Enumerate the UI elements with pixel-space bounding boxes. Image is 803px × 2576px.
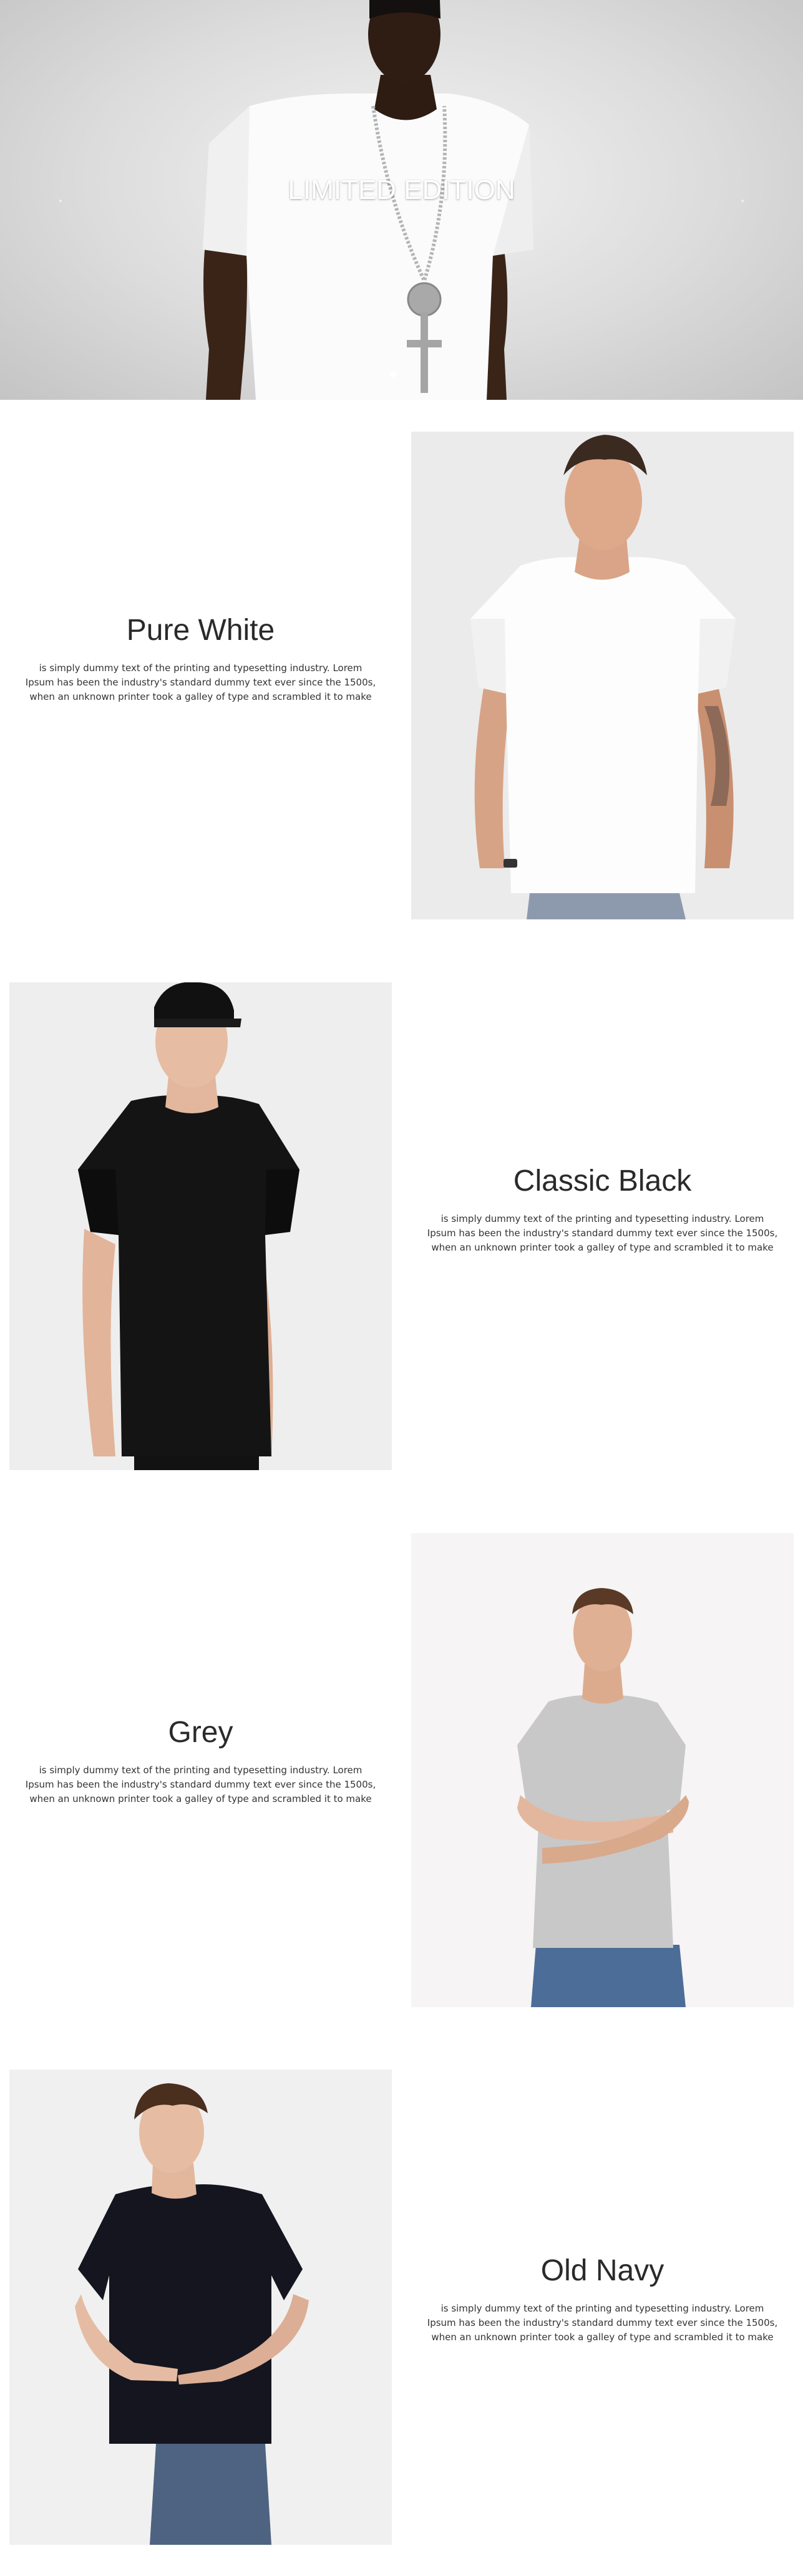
product-info-classic-black: Classic Black is simply dummy text of th…: [411, 1165, 794, 1255]
product-image-old-navy: [9, 2070, 392, 2545]
model-black-tshirt-image: [9, 982, 392, 1470]
product-image-classic-black: [9, 982, 392, 1470]
product-info-pure-white: Pure White is simply dummy text of the p…: [9, 614, 392, 704]
model-grey-tshirt-image: [411, 1533, 794, 2007]
model-navy-tshirt-image: [9, 2070, 392, 2545]
product-title: Old Navy: [540, 2254, 664, 2287]
carousel-next-icon[interactable]: [741, 200, 744, 202]
product-title: Classic Black: [513, 1165, 692, 1198]
product-title: Pure White: [126, 614, 275, 647]
carousel-indicator-dot[interactable]: [390, 371, 396, 377]
hero-banner: LIMITED EDITION: [0, 0, 803, 400]
product-description: is simply dummy text of the printing and…: [25, 1764, 376, 1804]
product-image-pure-white: [411, 432, 794, 919]
product-image-grey: [411, 1533, 794, 2007]
product-title: Grey: [168, 1716, 233, 1749]
product-info-grey: Grey is simply dummy text of the printin…: [9, 1716, 392, 1806]
carousel-prev-icon[interactable]: [59, 200, 62, 202]
product-description: is simply dummy text of the printing and…: [427, 1213, 778, 1253]
hero-title: LIMITED EDITION: [288, 175, 515, 205]
product-info-old-navy: Old Navy is simply dummy text of the pri…: [411, 2254, 794, 2345]
product-description: is simply dummy text of the printing and…: [427, 2302, 778, 2343]
product-description: is simply dummy text of the printing and…: [25, 662, 376, 702]
model-white-tshirt-image: [411, 432, 794, 919]
